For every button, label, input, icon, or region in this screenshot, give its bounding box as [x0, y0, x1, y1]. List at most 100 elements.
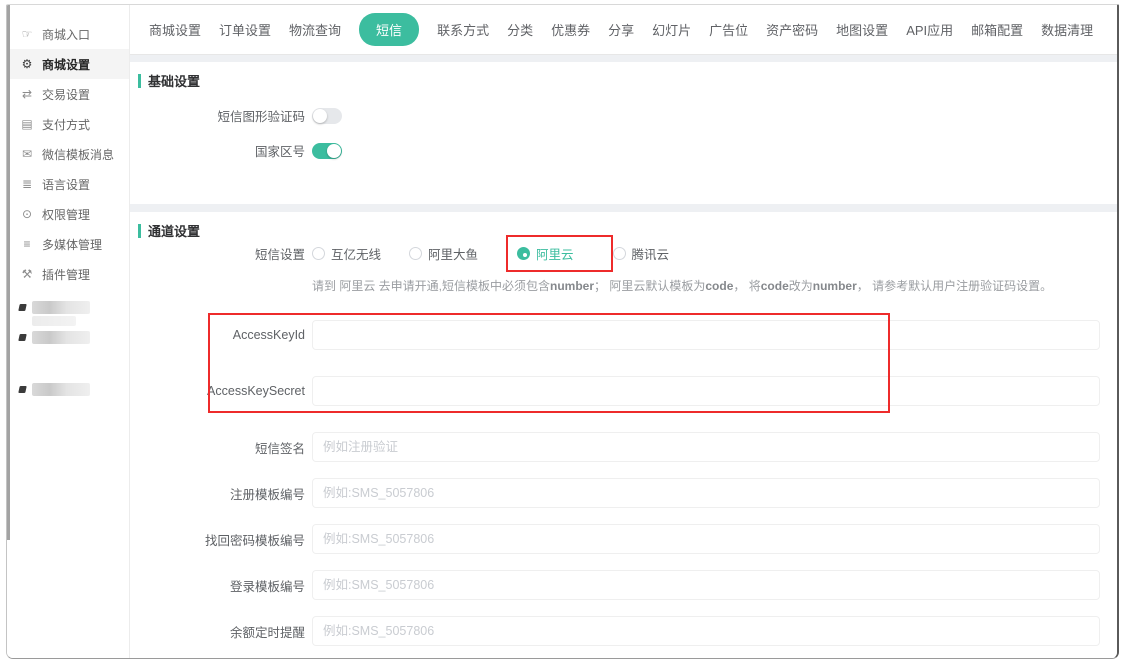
tab-slideshow[interactable]: 幻灯片	[652, 20, 691, 39]
field-row-login-template-no: 登录模板编号	[130, 570, 1117, 600]
tab-map-settings[interactable]: 地图设置	[836, 20, 888, 39]
redacted-label	[32, 383, 90, 396]
radio-tencent-cloud[interactable]: 腾讯云	[613, 244, 670, 263]
find-password-template-no-input[interactable]	[312, 524, 1100, 554]
channel-settings-section: 通道设置 短信设置 互亿无线阿里大鱼阿里云腾讯云 请到 阿里云 去申请开通,短信…	[130, 212, 1117, 659]
sidebar-item-plugin-management[interactable]: ⚒ 插件管理	[7, 259, 129, 289]
sms-captcha-toggle[interactable]	[312, 108, 342, 124]
redacted-blur	[32, 316, 76, 326]
login-template-no-input[interactable]	[312, 570, 1100, 600]
sidebar-item-trade-settings[interactable]: ⇄交易设置	[7, 79, 129, 109]
sidebar-item-mall-entrance[interactable]: ☞商城入口	[7, 19, 129, 49]
radio-huyi-wireless[interactable]: 互亿无线	[312, 244, 381, 263]
access-key-id-input[interactable]	[312, 320, 1100, 350]
redacted-blur	[32, 383, 90, 396]
field-label: 注册模板编号	[130, 484, 305, 503]
red-annotation-ring: 阿里云	[506, 235, 613, 272]
sidebar-item-label: 权限管理	[42, 206, 90, 223]
help-segment: 改为	[789, 279, 813, 293]
field-row-register-template-no: 注册模板编号	[130, 478, 1117, 508]
sidebar-item-media-management[interactable]: ≡多媒体管理	[7, 229, 129, 259]
section-title: 通道设置	[148, 221, 200, 240]
radio-dot-icon	[409, 247, 422, 260]
toggle-row-sms-captcha: 短信图形验证码	[130, 106, 1117, 125]
sidebar-item-label: 交易设置	[42, 86, 90, 103]
redacted-blur	[32, 331, 90, 344]
sidebar-item-language-settings[interactable]: ≣语言设置	[7, 169, 129, 199]
tab-share[interactable]: 分享	[608, 20, 634, 39]
gear-icon: ⚙	[19, 57, 35, 71]
radio-ali-dayu[interactable]: 阿里大鱼	[409, 244, 478, 263]
redacted-label	[32, 331, 90, 344]
country-code-toggle[interactable]	[312, 143, 342, 159]
tab-email-config[interactable]: 邮箱配置	[971, 20, 1023, 39]
tab-mall-settings[interactable]: 商城设置	[149, 20, 201, 39]
sidebar-item-mall-settings[interactable]: ⚙ 商城设置	[7, 49, 129, 79]
tab-asset-password[interactable]: 资产密码	[766, 20, 818, 39]
toggle-knob	[327, 144, 341, 158]
settings-tabbar: 商城设置订单设置物流查询短信联系方式分类优惠券分享幻灯片广告位资产密码地图设置 A…	[130, 5, 1117, 55]
eye-icon: ⊙	[19, 207, 35, 221]
channel-section-header: 通道设置	[130, 212, 1117, 240]
tab-coupon[interactable]: 优惠券	[551, 20, 590, 39]
tab-contact[interactable]: 联系方式	[437, 20, 489, 39]
help-segment: ， 请参考默认用户注册验证码设置。	[857, 279, 1052, 293]
tab-category[interactable]: 分类	[507, 20, 533, 39]
field-label: 登录模板编号	[130, 576, 305, 595]
toggle-row-country-code: 国家区号	[130, 141, 1117, 160]
help-segment: ； 阿里云默认模板为	[594, 279, 705, 293]
app-window: ☞商城入口 ⚙ 商城设置 ⇄交易设置▤支付方式 ✉ 微信模板消息 ≣语言设置 ⊙ 权限管理 ≡多媒…	[6, 4, 1119, 659]
sidebar-item-label: 微信模板消息	[42, 146, 114, 163]
toggle-label: 短信图形验证码	[130, 106, 305, 125]
redacted-icon	[18, 334, 26, 341]
sms-signature-input[interactable]	[312, 432, 1100, 462]
tab-data-cleanup[interactable]: 数据清理	[1041, 20, 1093, 39]
register-template-no-input[interactable]	[312, 478, 1100, 508]
sidebar: ☞商城入口 ⚙ 商城设置 ⇄交易设置▤支付方式 ✉ 微信模板消息 ≣语言设置 ⊙ 权限管理 ≡多媒…	[7, 5, 130, 658]
field-label: AccessKeyId	[130, 328, 305, 342]
tab-logistics-query[interactable]: 物流查询	[289, 20, 341, 39]
help-segment: code	[705, 279, 733, 293]
entrance-icon: ☞	[19, 27, 35, 41]
sidebar-item-label: 商城设置	[42, 56, 90, 73]
sidebar-item-redacted[interactable]	[17, 301, 90, 326]
radio-aliyun[interactable]: 阿里云	[517, 244, 574, 263]
sidebar-item-permission-management[interactable]: ⊙ 权限管理	[7, 199, 129, 229]
help-segment: number	[550, 279, 594, 293]
sidebar-item-label: 插件管理	[42, 266, 90, 283]
help-segment: ， 将	[733, 279, 760, 293]
field-row-balance-timed-reminder: 余额定时提醒	[130, 616, 1117, 646]
tab-order-settings[interactable]: 订单设置	[219, 20, 271, 39]
redacted-blur	[32, 301, 90, 314]
message-bubbles-icon: ✉	[19, 147, 35, 161]
help-segment: 请到 阿里云 去申请开通,短信模板中必须包含	[312, 279, 550, 293]
plugin-icon: ⚒	[19, 267, 35, 281]
redacted-icon	[18, 304, 26, 311]
section-gap	[130, 204, 1117, 212]
tab-ad-position[interactable]: 广告位	[709, 20, 748, 39]
main-area: 商城设置订单设置物流查询短信联系方式分类优惠券分享幻灯片广告位资产密码地图设置 A…	[130, 5, 1117, 658]
field-row-sms-signature: 短信签名	[130, 432, 1117, 462]
aliyun-help-text: 请到 阿里云 去申请开通,短信模板中必须包含number； 阿里云默认模板为co…	[312, 277, 1117, 294]
sidebar-item-label: 语言设置	[42, 176, 90, 193]
field-row-find-password-template-no: 找回密码模板编号	[130, 524, 1117, 554]
other-field-rows: 短信签名注册模板编号找回密码模板编号登录模板编号余额定时提醒	[130, 432, 1117, 646]
access-key-rows: AccessKeyId AccessKeySecret	[130, 320, 1117, 406]
access-key-secret-input[interactable]	[312, 376, 1100, 406]
content-area: 基础设置 短信图形验证码国家区号 通道设置 短信设置 互亿无线阿里大鱼阿里云腾讯…	[130, 55, 1117, 659]
radio-dot-icon	[613, 247, 626, 260]
section-accent-bar	[138, 224, 141, 238]
radio-label: 阿里大鱼	[428, 244, 478, 263]
sidebar-item-wechat-template-message[interactable]: ✉ 微信模板消息	[7, 139, 129, 169]
sidebar-item-redacted[interactable]	[17, 331, 90, 344]
basic-toggle-rows: 短信图形验证码国家区号	[130, 106, 1117, 160]
tab-sms[interactable]: 短信	[359, 13, 419, 46]
sidebar-item-payment-method[interactable]: ▤支付方式	[7, 109, 129, 139]
left-scrollbar[interactable]	[7, 5, 10, 540]
balance-timed-reminder-input[interactable]	[312, 616, 1100, 646]
radio-dot-icon	[517, 247, 530, 260]
radio-label: 阿里云	[536, 244, 574, 263]
tab-api-app[interactable]: API应用	[906, 20, 953, 39]
sidebar-item-redacted[interactable]	[17, 383, 90, 396]
field-row-access-key-secret: AccessKeySecret	[130, 376, 1117, 406]
